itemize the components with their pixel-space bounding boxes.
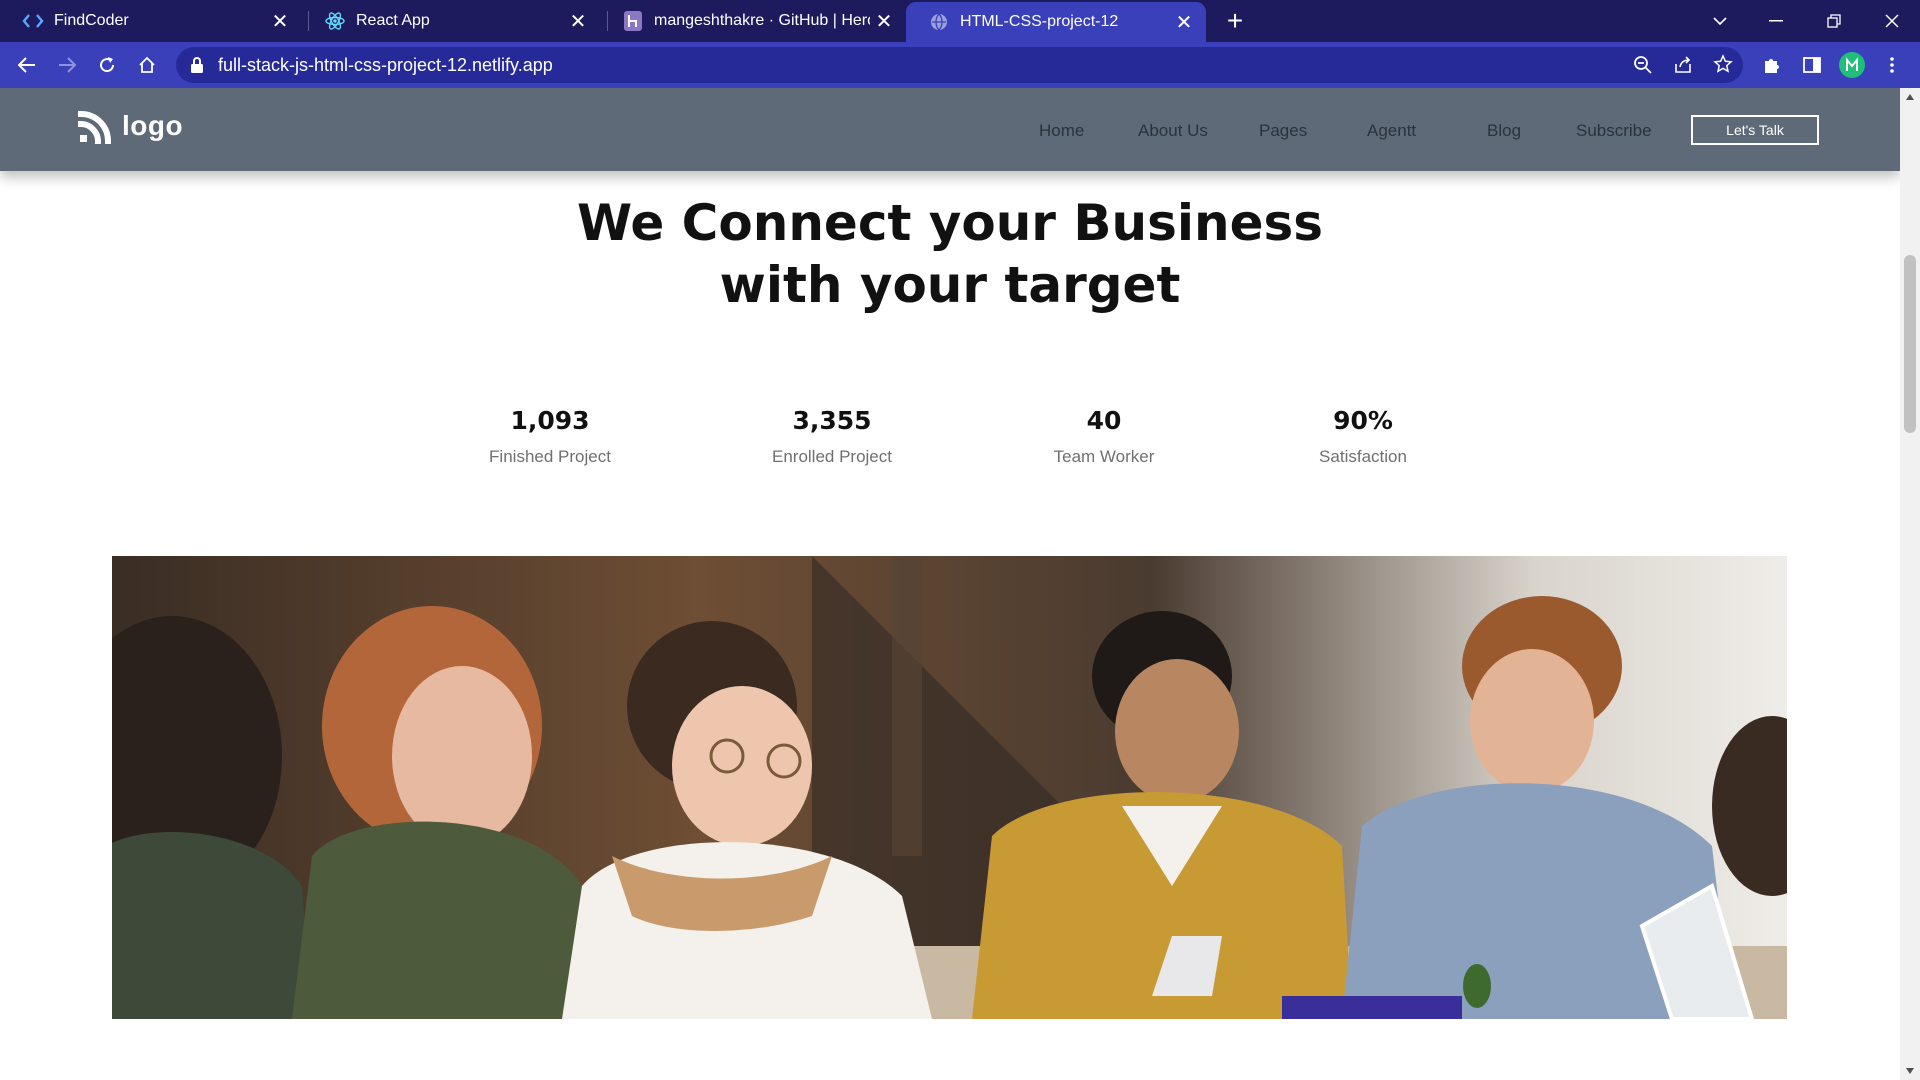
close-window-button[interactable] — [1872, 0, 1912, 42]
tab-title: mangeshthakre · GitHub | Heroku — [654, 12, 870, 29]
page-headline: We Connect your Business with your targe… — [0, 192, 1900, 316]
extensions-puzzle-icon[interactable] — [1756, 49, 1788, 81]
stat-value: 90% — [1333, 406, 1393, 435]
stat-label: Satisfaction — [1319, 447, 1407, 466]
lock-icon[interactable] — [190, 56, 208, 74]
code-brackets-icon — [22, 10, 44, 32]
logo-text: logo — [122, 110, 184, 141]
tab-react-app[interactable]: React App ✕ — [302, 0, 600, 42]
stat-enrolled-project: 3,355 Enrolled Project — [712, 406, 952, 467]
nav-blog[interactable]: Blog — [1487, 121, 1521, 141]
page-scrollbar[interactable] — [1900, 88, 1920, 1080]
profile-avatar[interactable] — [1836, 49, 1868, 81]
site-logo[interactable]: logo — [78, 108, 183, 144]
headline-line-2: with your target — [719, 256, 1181, 314]
tab-title: React App — [356, 12, 430, 29]
close-tab-icon[interactable]: ✕ — [1170, 8, 1198, 36]
close-tab-icon[interactable]: ✕ — [266, 7, 294, 35]
nav-about-us[interactable]: About Us — [1138, 121, 1208, 141]
stat-label: Finished Project — [489, 447, 611, 466]
site-navbar: logo Home About Us Pages Agentt Blog Sub… — [0, 88, 1900, 171]
stat-label: Enrolled Project — [771, 447, 892, 466]
headline-line-1: We Connect your Business — [576, 194, 1324, 252]
stat-finished-project: 1,093 Finished Project — [430, 406, 670, 467]
url-text[interactable]: full-stack-js-html-css-project-12.netlif… — [218, 55, 553, 76]
zoom-icon[interactable] — [1633, 55, 1653, 80]
stat-value: 40 — [1086, 406, 1122, 435]
minimize-window-button[interactable] — [1756, 0, 1796, 42]
logo-rss-icon — [78, 110, 112, 144]
stat-value: 3,355 — [792, 406, 872, 435]
nav-subscribe[interactable]: Subscribe — [1576, 121, 1652, 141]
team-meeting-photo — [112, 556, 1787, 1019]
reload-icon[interactable] — [91, 49, 123, 81]
stat-label: Team Worker — [1053, 447, 1155, 466]
tab-heroku[interactable]: mangeshthakre · GitHub | Heroku ✕ — [600, 0, 906, 42]
new-tab-button[interactable]: + — [1218, 4, 1252, 38]
browser-tab-strip: FindCoder ✕ React App ✕ mangeshthakre · … — [0, 0, 1920, 42]
close-tab-icon[interactable]: ✕ — [564, 7, 592, 35]
share-icon[interactable] — [1673, 55, 1693, 80]
tab-findcoder[interactable]: FindCoder ✕ — [0, 0, 302, 42]
home-icon[interactable] — [131, 49, 163, 81]
stat-value: 1,093 — [510, 406, 590, 435]
scrollbar-thumb[interactable] — [1904, 255, 1916, 433]
lets-talk-button[interactable]: Let's Talk — [1691, 115, 1819, 145]
address-bar[interactable]: full-stack-js-html-css-project-12.netlif… — [176, 47, 1743, 83]
tab-title: FindCoder — [54, 12, 129, 29]
nav-pages[interactable]: Pages — [1259, 121, 1307, 141]
nav-home[interactable]: Home — [1039, 121, 1084, 141]
restore-window-button[interactable] — [1814, 0, 1854, 42]
bookmark-star-icon[interactable] — [1713, 54, 1733, 79]
close-tab-icon[interactable]: ✕ — [870, 7, 898, 35]
stat-satisfaction: 90% Satisfaction — [1243, 406, 1483, 467]
forward-arrow-icon[interactable] — [51, 49, 83, 81]
browser-menu-icon[interactable] — [1876, 49, 1908, 81]
tab-title: HTML-CSS-project-12 — [960, 13, 1119, 30]
browser-toolbar: full-stack-js-html-css-project-12.netlif… — [0, 42, 1920, 88]
stat-team-worker: 40 Team Worker — [984, 406, 1224, 467]
scroll-up-arrow-icon[interactable] — [1906, 94, 1914, 100]
tab-html-css-project-12[interactable]: HTML-CSS-project-12 ✕ — [906, 2, 1206, 42]
heroku-icon — [622, 10, 644, 32]
side-panel-icon[interactable] — [1796, 49, 1828, 81]
react-atom-icon — [324, 10, 346, 32]
scroll-down-arrow-icon[interactable] — [1906, 1068, 1914, 1074]
globe-icon — [928, 11, 950, 33]
nav-agentt[interactable]: Agentt — [1367, 121, 1416, 141]
tab-search-dropdown-icon[interactable] — [1700, 0, 1740, 42]
page-viewport: logo Home About Us Pages Agentt Blog Sub… — [0, 88, 1900, 1080]
back-arrow-icon[interactable] — [11, 49, 43, 81]
